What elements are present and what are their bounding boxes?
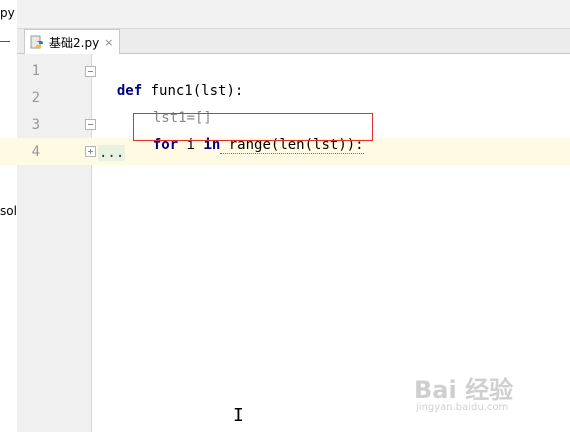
collapse-panel-icon[interactable] (0, 41, 10, 42)
python-file-icon (30, 35, 44, 49)
editor-tab[interactable]: 基础2.py × (24, 29, 121, 54)
project-panel-item-label[interactable]: sol (0, 204, 17, 218)
editor-gutter (17, 54, 92, 432)
line-number: 1 (31, 63, 40, 79)
line-number: 3 (31, 117, 40, 133)
editor-tab-bar: 基础2.py × (17, 29, 570, 54)
highlight-annotation-box (133, 113, 373, 141)
line-number: 4 (31, 144, 40, 160)
folded-code-placeholder[interactable]: ... (98, 145, 126, 161)
watermark-logo: Bai 经验 jingyan.baidu.com (414, 370, 534, 415)
line-number: 2 (31, 90, 40, 106)
fold-marker-icon[interactable] (85, 119, 96, 130)
watermark-main-text: Bai 经验 (414, 376, 514, 404)
text-cursor-icon: I (233, 405, 244, 426)
close-tab-icon[interactable]: × (104, 36, 113, 49)
toolbar (17, 0, 570, 29)
expand-fold-icon[interactable] (85, 146, 96, 157)
watermark-url-text: jingyan.baidu.com (416, 402, 509, 413)
fold-marker-icon[interactable] (85, 66, 96, 77)
editor-tab-title: 基础2.py (49, 35, 100, 50)
project-panel-file-label[interactable]: py (0, 6, 15, 20)
